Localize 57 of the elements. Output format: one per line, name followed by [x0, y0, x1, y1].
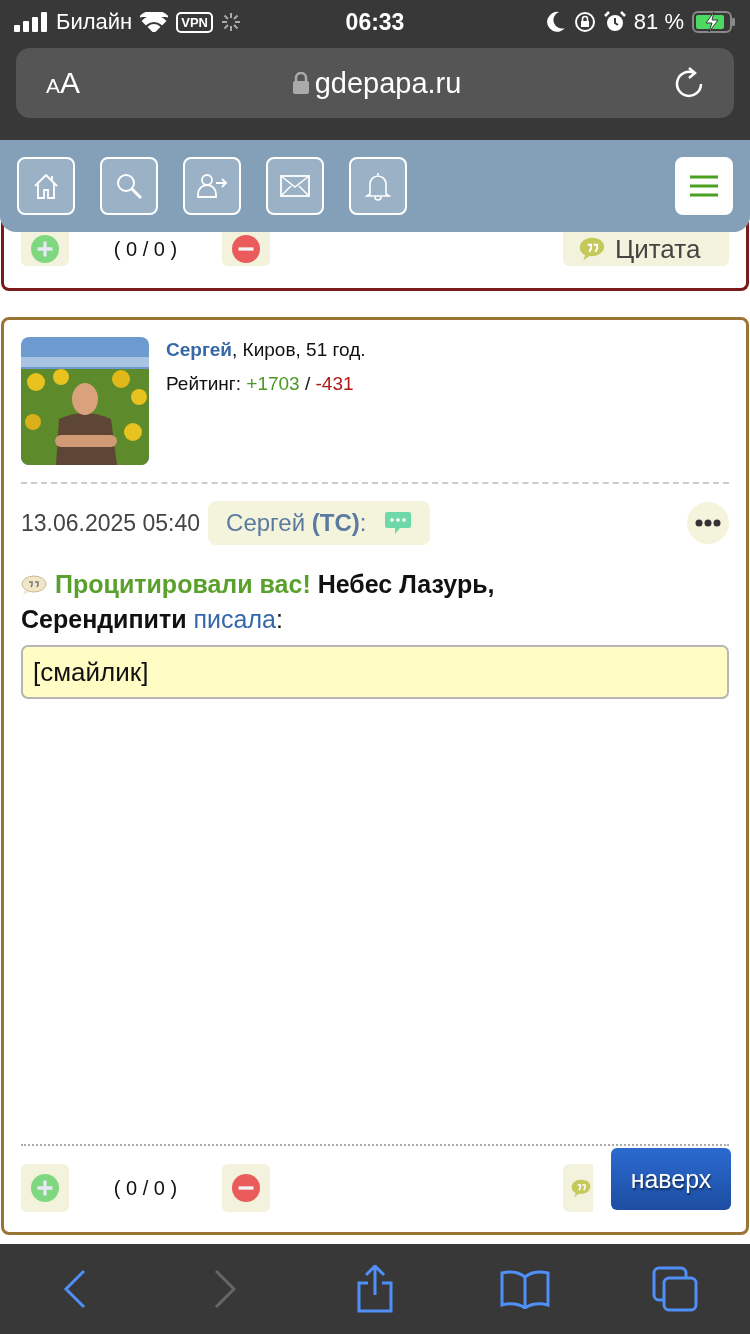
bell-icon [365, 171, 391, 201]
reload-icon[interactable] [674, 67, 704, 99]
notifications-button[interactable] [349, 157, 407, 215]
search-button[interactable] [100, 157, 158, 215]
envelope-icon [280, 175, 310, 197]
home-icon [32, 172, 60, 200]
menu-icon [690, 174, 718, 198]
battery-percent: 81 % [633, 9, 684, 35]
alarm-icon [603, 11, 626, 33]
lock-icon [292, 72, 309, 94]
minus-button[interactable] [222, 232, 270, 266]
quote-header: Процитировали вас! Небес Лазурь, Серендипити писала: [21, 569, 496, 635]
quote-bubble-icon [21, 575, 47, 595]
home-button[interactable] [17, 157, 75, 215]
minus-button[interactable] [222, 1164, 270, 1212]
moon-icon [545, 11, 566, 33]
addressee-button[interactable]: Сергей (ТС): [208, 501, 431, 545]
tabs-icon [652, 1266, 698, 1312]
scroll-top-button[interactable]: наверх [611, 1148, 731, 1210]
chat-icon [384, 511, 413, 535]
share-icon [355, 1265, 395, 1313]
quote-icon [579, 236, 605, 262]
mail-button[interactable] [266, 157, 324, 215]
carrier-name: Билайн [56, 9, 133, 35]
spinner-icon [221, 12, 241, 32]
minus-icon [232, 1174, 260, 1202]
clock-time: 06:33 [345, 8, 405, 36]
quote-button[interactable]: Цитата [563, 232, 729, 266]
signal-icon [14, 12, 48, 32]
wrote-link[interactable]: писала [193, 605, 276, 633]
vote-count: ( 0 / 0 ) [112, 237, 179, 261]
minus-icon [232, 235, 260, 263]
text-size-button[interactable]: AA [46, 66, 81, 100]
rotation-lock-icon [573, 11, 596, 33]
wifi-icon [140, 12, 169, 32]
quote-button[interactable] [563, 1164, 593, 1212]
login-button[interactable] [183, 157, 241, 215]
plus-icon [31, 1174, 59, 1202]
quote-icon [571, 1178, 591, 1198]
search-icon [114, 171, 144, 201]
author-line: Сергей, Киров, 51 год. [166, 339, 366, 361]
more-icon [695, 519, 721, 527]
battery-charging-icon [692, 11, 736, 33]
chevron-right-icon [213, 1269, 237, 1309]
quote-text: [смайлик] [21, 645, 729, 699]
author-link[interactable]: Сергей [166, 339, 233, 360]
menu-button[interactable] [675, 157, 733, 215]
book-icon [500, 1269, 550, 1309]
more-button[interactable] [687, 502, 729, 544]
vpn-badge: VPN [176, 11, 213, 33]
plus-icon [31, 235, 59, 263]
chevron-left-icon [63, 1269, 87, 1309]
vote-count: ( 0 / 0 ) [112, 1176, 179, 1200]
post-date: 13.06.2025 05:40 [21, 509, 201, 537]
url-text[interactable]: gdepapa.ru [80, 66, 674, 100]
rating-text: Рейтинг: +1703 / -431 [166, 373, 355, 395]
user-arrow-icon [196, 172, 228, 200]
